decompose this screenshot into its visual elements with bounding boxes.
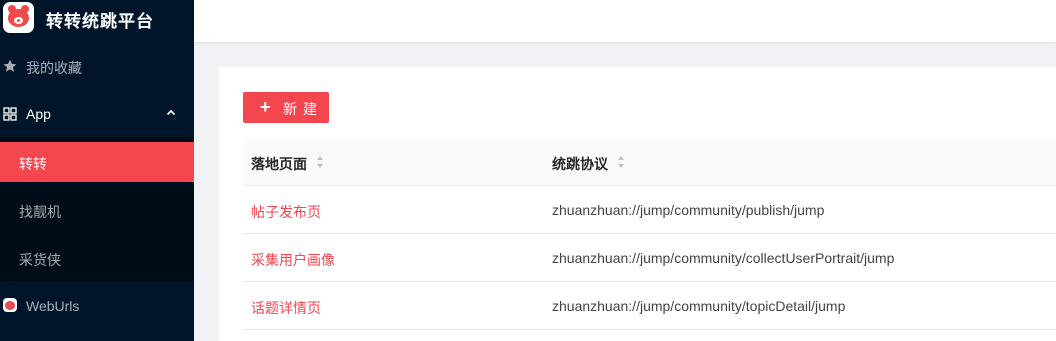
sidebar-item-label: WebUrls [26, 298, 80, 314]
sidebar: 转转统跳平台 我的收藏 App 转转 找靓机 采货侠 WebUrls [0, 0, 194, 341]
new-button-label: 新建 [283, 101, 323, 117]
sidebar-item-favorites[interactable]: 我的收藏 [0, 46, 194, 86]
chevron-up-icon [166, 109, 176, 116]
app-grid-icon [3, 107, 17, 121]
sidebar-item-label: 转转 [19, 156, 47, 172]
page-link[interactable]: 采集用户画像 [251, 250, 335, 270]
sidebar-item-zhaoliangji[interactable]: 找靓机 [0, 190, 194, 230]
sidebar-group-label: App [26, 106, 51, 122]
column-header-protocol[interactable]: 统跳协议 [552, 154, 608, 174]
protocol-cell: zhuanzhuan://jump/community/collectUserP… [552, 250, 895, 266]
page-link[interactable]: 话题详情页 [251, 298, 321, 318]
logo[interactable]: 转转统跳平台 [0, 0, 194, 38]
content-card: + 新建 落地页面 统跳协议 帖子发布页 zhuanzhuan://jump/c… [219, 67, 1056, 341]
weburls-icon [3, 298, 17, 312]
app-title: 转转统跳平台 [46, 12, 154, 31]
table-row: 帖子发布页 zhuanzhuan://jump/community/publis… [243, 186, 1056, 234]
sort-icon[interactable] [316, 155, 324, 169]
sort-icon[interactable] [617, 155, 625, 169]
protocol-cell: zhuanzhuan://jump/community/topicDetail/… [552, 298, 846, 314]
table-header: 落地页面 统跳协议 [243, 138, 1056, 186]
sidebar-item-label: 找靓机 [19, 204, 61, 220]
logo-icon [3, 2, 34, 33]
submenu: 转转 找靓机 采货侠 [0, 137, 194, 281]
top-header [194, 0, 1056, 42]
page-link[interactable]: 帖子发布页 [251, 202, 321, 222]
sidebar-group-app[interactable]: App [0, 94, 194, 134]
table-row: 话题详情页 zhuanzhuan://jump/community/topicD… [243, 282, 1056, 330]
sidebar-item-zhuanzhuan[interactable]: 转转 [0, 142, 194, 182]
plus-icon: + [260, 97, 271, 117]
new-button[interactable]: + 新建 [243, 92, 329, 123]
column-header-page[interactable]: 落地页面 [251, 154, 307, 174]
sidebar-item-weburls[interactable]: WebUrls [0, 286, 194, 326]
sidebar-item-label: 采货侠 [19, 252, 61, 268]
star-icon [3, 59, 17, 72]
table-row: 采集用户画像 zhuanzhuan://jump/community/colle… [243, 234, 1056, 282]
sidebar-item-label: 我的收藏 [26, 60, 82, 76]
sidebar-item-caihuoxia[interactable]: 采货侠 [0, 238, 194, 278]
protocol-cell: zhuanzhuan://jump/community/publish/jump [552, 202, 825, 218]
